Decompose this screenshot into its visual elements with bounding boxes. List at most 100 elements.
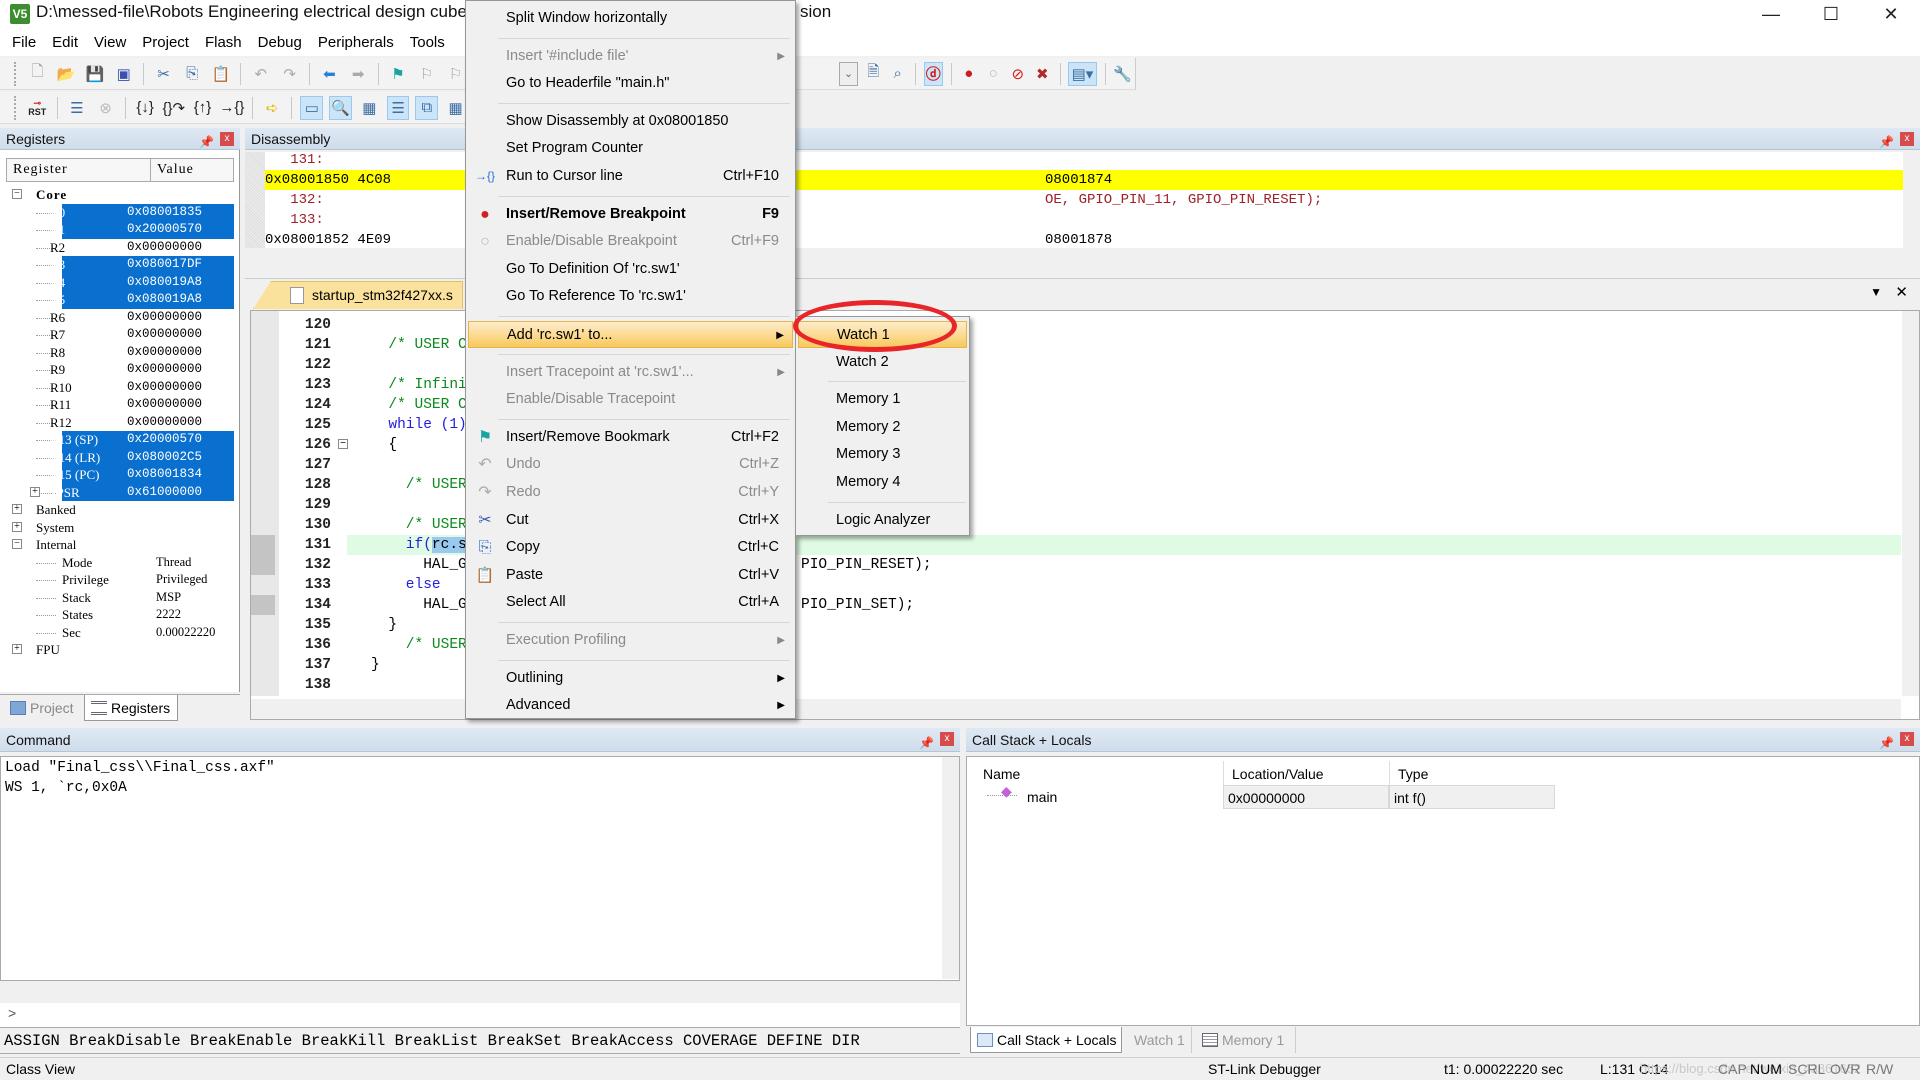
menu-item-redo[interactable]: ↷ Redo Ctrl+Y [468,479,793,506]
command-vscrollbar[interactable] [942,757,959,979]
command-window-icon[interactable]: ▭ [300,95,324,120]
menu-item-insert-remove-breakpoint[interactable]: ● Insert/Remove Breakpoint F9 [468,201,793,228]
menu-debug[interactable]: Debug [250,30,310,56]
register-group-fpu[interactable]: + FPU [6,641,234,659]
debug-session-icon[interactable]: ⓓ [923,61,943,86]
menu-item-enable-disable-tracepoint[interactable]: Enable/Disable Tracepoint [468,386,793,413]
collapse-icon[interactable]: − [12,539,22,549]
menu-item-enable-disable-breakpoint[interactable]: ○ Enable/Disable Breakpoint Ctrl+F9 [468,228,793,255]
expand-icon[interactable]: + [12,521,22,532]
command-hscrollbar[interactable] [0,981,960,1001]
call-stack-window-icon[interactable]: ⧉ [415,95,439,120]
reset-icon[interactable]: ⊸ RST [26,96,49,120]
fold-icon[interactable]: − [338,439,348,449]
collapse-icon[interactable]: − [12,189,22,199]
dropdown-toggle[interactable]: ⌄ [839,61,858,86]
editor-tab-startup[interactable]: startup_stm32f427xx.s [253,281,463,309]
close-panel-button[interactable]: x [1900,132,1914,146]
show-next-statement-icon[interactable]: ➪ [261,96,284,120]
toolbar-grip[interactable] [14,95,17,120]
window-layout-icon[interactable]: ▤▾ [1068,61,1097,86]
register-group[interactable]: + Banked [6,501,234,519]
tab-list-dropdown[interactable]: ▼ [1870,285,1882,299]
register-row[interactable]: R3 0x080017DF [6,256,234,274]
menu-item-insert-tracepoint-at-rc-sw1[interactable]: Insert Tracepoint at 'rc.sw1'... ▶ [468,359,793,386]
run-icon[interactable]: ☰ [66,96,89,120]
editor-vscrollbar[interactable] [1902,311,1919,696]
prev-bookmark-icon[interactable]: ⚐ [415,62,438,86]
register-row[interactable]: R0 0x08001835 [6,203,234,221]
menu-item-cut[interactable]: ✂ Cut Ctrl+X [468,507,793,534]
toolbar-grip[interactable] [14,61,17,86]
menu-tools[interactable]: Tools [402,30,453,56]
breakpoint-kill-all-icon[interactable]: ✖ [1033,62,1052,86]
submenu-item-watch-2[interactable]: Watch 2 [798,349,967,376]
menu-item-select-all[interactable]: Select All Ctrl+A [468,589,793,616]
register-row[interactable]: + xPSR 0x61000000 [6,483,234,501]
tab-project[interactable]: Project [4,695,80,721]
breakpoint-disable-all-icon[interactable]: ⊘ [1009,62,1028,86]
register-row[interactable]: R4 0x080019A8 [6,273,234,291]
expand-icon[interactable]: + [12,504,22,514]
menu-item-show-disassembly-at-0x08001850[interactable]: Show Disassembly at 0x08001850 [468,108,793,135]
close-panel-button[interactable]: x [940,732,954,746]
register-row[interactable]: R13 (SP) 0x20000570 [6,431,234,449]
submenu-item-memory-2[interactable]: Memory 2 [798,414,967,441]
run-to-cursor-icon[interactable]: →{} [219,96,244,120]
save-icon[interactable]: 💾 [84,62,107,86]
register-row[interactable]: R1 0x20000570 [6,221,234,239]
tab-memory1[interactable]: Memory 1 [1196,1027,1296,1053]
register-row[interactable]: R8 0x00000000 [6,344,234,362]
column-name[interactable]: Name [975,761,1223,787]
menu-item-insert-remove-bookmark[interactable]: ⚑ Insert/Remove Bookmark Ctrl+F2 [468,424,793,451]
undo-icon[interactable]: ↶ [249,62,272,86]
class-view-label[interactable]: Class View [6,1058,75,1080]
menu-item-undo[interactable]: ↶ Undo Ctrl+Z [468,451,793,478]
register-row[interactable]: R14 (LR) 0x080002C5 [6,448,234,466]
register-group[interactable]: − Internal [6,536,234,554]
step-out-icon[interactable]: {↑} [191,96,214,120]
menu-item-outlining[interactable]: Outlining ▶ [468,665,793,692]
disassembly-window-icon[interactable]: 🔍 [329,95,352,120]
command-output[interactable]: Load "Final_css\\Final_css.axf" WS 1, `r… [0,756,960,981]
menu-item-execution-profiling[interactable]: Execution Profiling ▶ [468,627,793,654]
expand-icon[interactable]: + [30,486,40,497]
menu-item-copy[interactable]: ⎘ Copy Ctrl+C [468,534,793,561]
pin-icon[interactable]: 📌 [1879,731,1894,755]
menu-project[interactable]: Project [134,30,197,56]
pin-icon[interactable]: 📌 [919,731,934,755]
close-panel-button[interactable]: x [220,132,234,146]
menu-item-go-to-reference-to-rc-sw1[interactable]: Go To Reference To 'rc.sw1' [468,283,793,310]
new-file-icon[interactable]: 🗋 [26,62,49,86]
register-column[interactable]: Register [7,159,151,181]
menu-item-go-to-definition-of-rc-sw1[interactable]: Go To Definition Of 'rc.sw1' [468,256,793,283]
save-all-icon[interactable]: ▣ [112,62,135,86]
maximize-button[interactable]: ☐ [1802,0,1860,30]
copy-icon[interactable]: ⎘ [181,62,204,86]
bookmark-icon[interactable]: ⚑ [387,62,410,86]
expand-icon[interactable]: + [12,644,22,654]
menu-edit[interactable]: Edit [44,30,86,56]
step-into-icon[interactable]: {↓} [134,96,157,120]
paste-icon[interactable]: 📋 [210,62,233,86]
nav-back-icon[interactable]: ⬅ [318,62,341,86]
next-bookmark-icon[interactable]: ⚐ [444,62,467,86]
tab-callstack[interactable]: Call Stack + Locals [970,1027,1122,1053]
redo-icon[interactable]: ↷ [278,62,301,86]
menu-item-add-rc-sw1-to[interactable]: Add 'rc.sw1' to... ▶ [468,321,793,348]
menu-file[interactable]: File [0,30,44,56]
value-column[interactable]: Value [151,159,194,181]
tab-registers[interactable]: Registers [84,695,178,721]
open-folder-icon[interactable]: 📂 [55,62,78,86]
breakpoint-insert-icon[interactable]: ● [960,62,979,86]
register-group[interactable]: + System [6,519,234,537]
watch-window-icon[interactable]: ▦ [444,96,467,120]
register-row[interactable]: R12 0x00000000 [6,414,234,432]
menu-item-go-to-headerfile-main-h[interactable]: Go to Headerfile "main.h" [468,70,793,97]
submenu-item-memory-1[interactable]: Memory 1 [798,386,967,413]
close-tab-button[interactable]: ✕ [1895,283,1908,301]
register-row[interactable]: R11 0x00000000 [6,396,234,414]
configure-icon[interactable]: 🔧 [1113,62,1132,86]
menu-item-advanced[interactable]: Advanced ▶ [468,692,793,719]
register-row[interactable]: R15 (PC) 0x08001834 [6,466,234,484]
